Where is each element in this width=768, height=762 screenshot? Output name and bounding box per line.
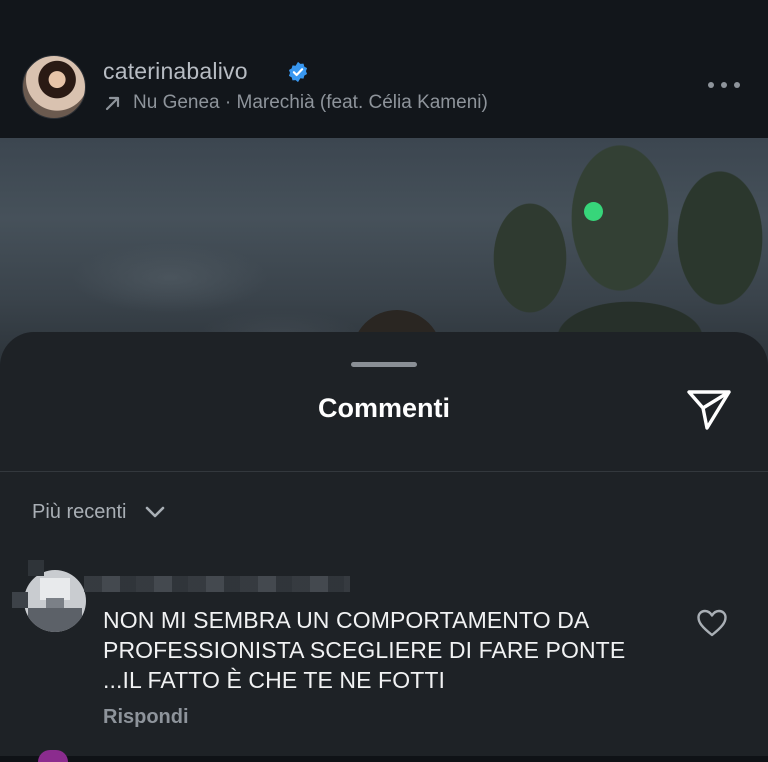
comment-line: NON MI SEMBRA UN COMPORTAMENTO DA [103,607,590,633]
comment-line: PROFESSIONISTA SCEGLIERE DI FARE PONTE [103,637,626,663]
sort-dropdown[interactable]: Più recenti [32,500,167,524]
audio-link[interactable]: Nu Genea · Marechià (feat. Célia Kameni) [103,92,488,114]
share-icon[interactable] [685,386,733,432]
comment-line: ...IL FATTO È CHE TE NE FOTTI [103,667,445,693]
heart-icon[interactable] [696,608,728,638]
more-icon[interactable] [706,80,742,90]
post-header: caterinabalivo Nu Genea · Marechià (feat… [0,0,768,138]
commenter-username-redacted[interactable] [84,576,350,592]
pixelated-block [28,560,44,576]
commenter-avatar[interactable] [24,570,86,632]
audio-title: Nu Genea · Marechià (feat. Célia Kameni) [133,92,488,113]
sheet-title: Commenti [317,393,450,423]
profile-avatar[interactable] [22,55,86,119]
sort-label: Più recenti [32,500,127,523]
comment-text: NON MI SEMBRA UN COMPORTAMENTO DA PROFES… [103,605,683,695]
status-indicator [584,202,603,221]
reply-button[interactable]: Rispondi [103,706,189,729]
arrow-icon [105,96,120,111]
chevron-down-icon [145,506,164,518]
username[interactable]: caterinabalivo [103,58,248,85]
drag-handle[interactable] [351,362,417,367]
next-comment-avatar [38,750,68,762]
pixelated-block [12,592,28,608]
divider [0,471,768,472]
verified-badge-icon [288,61,308,83]
